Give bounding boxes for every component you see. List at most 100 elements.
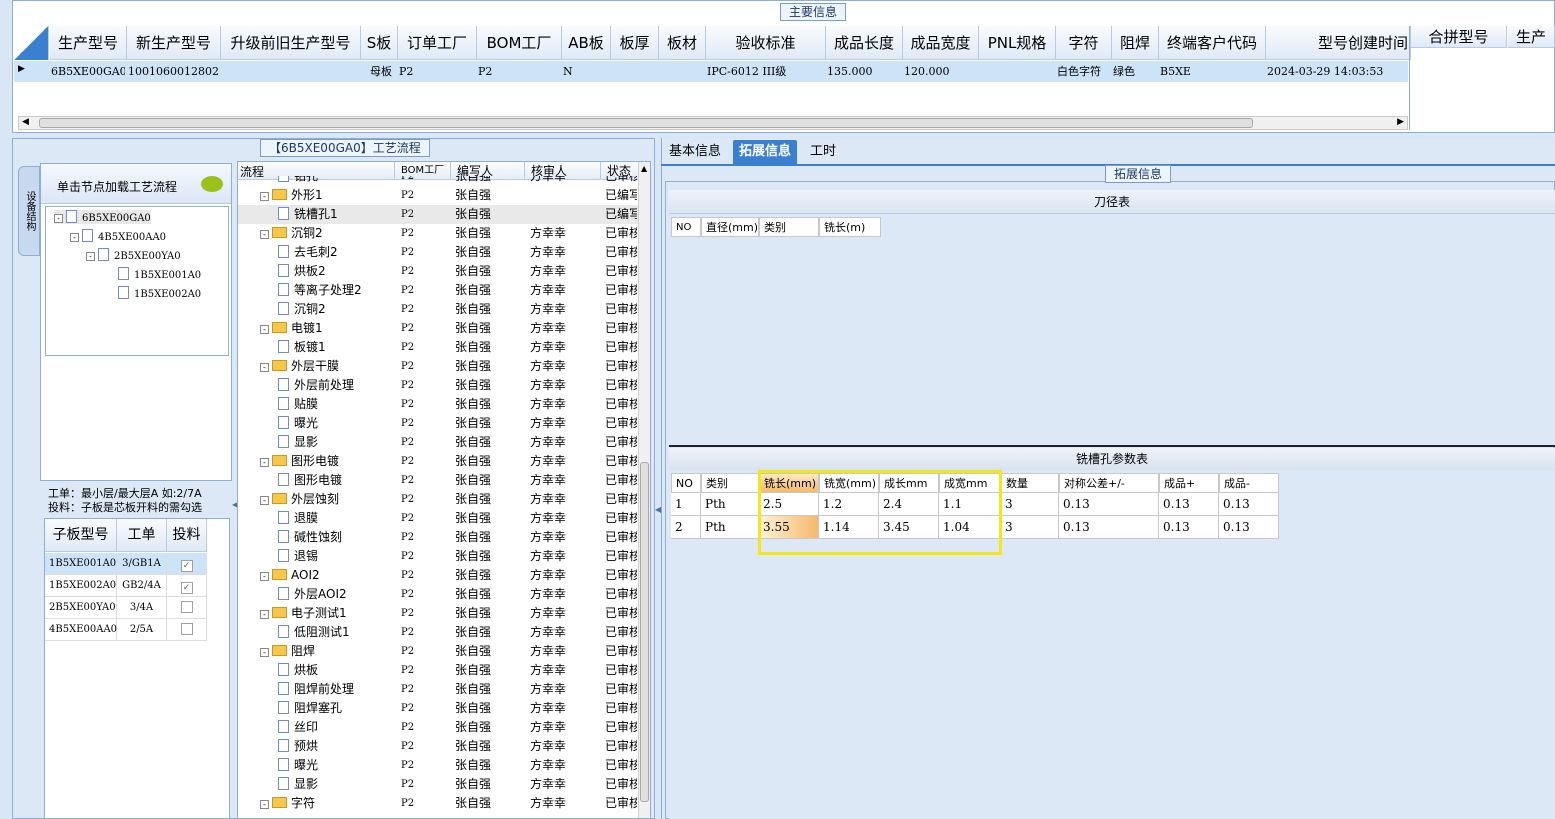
- tree-node-1[interactable]: -4B5XE00AA0: [70, 229, 166, 243]
- horizontal-scrollbar[interactable]: ◀ ▶: [18, 116, 1408, 130]
- expander-icon[interactable]: -: [260, 496, 269, 505]
- flow-name[interactable]: - AOI2: [260, 566, 410, 585]
- flow-row[interactable]: 去毛刺2 P2 张自强 方幸幸 已审核: [238, 243, 638, 262]
- feed-checkbox[interactable]: ✓: [180, 560, 193, 572]
- flow-row[interactable]: 沉铜2 P2 张自强 方幸幸 已审核: [238, 300, 638, 319]
- sub-row-order[interactable]: 3/4A: [117, 597, 167, 619]
- cutter-col-header[interactable]: NO: [671, 217, 701, 237]
- flow-row[interactable]: - 沉铜2 P2 张自强 方幸幸 已审核: [238, 224, 638, 243]
- flow-name[interactable]: - 外层干膜: [260, 357, 410, 376]
- col-header[interactable]: 合拼型号: [1411, 26, 1507, 48]
- tab-basic-info[interactable]: 基本信息: [663, 140, 727, 164]
- cutter-col-header[interactable]: 铣长(m): [819, 217, 881, 237]
- slot-cell[interactable]: 0.13: [1159, 516, 1219, 539]
- flow-row[interactable]: - 外形1 P2 张自强 已编写: [238, 186, 638, 205]
- sub-row-order[interactable]: 2/5A: [117, 619, 167, 641]
- slot-cell[interactable]: 3: [1001, 493, 1059, 516]
- flow-row[interactable]: 烘板 P2 张自强 方幸幸 已审核: [238, 661, 638, 680]
- cutter-col-header[interactable]: 类别: [759, 217, 819, 237]
- slot-cell[interactable]: Pth: [701, 493, 759, 516]
- sub-row-model[interactable]: 1B5XE002A0: [45, 575, 117, 597]
- col-header[interactable]: PNL规格: [979, 26, 1056, 60]
- sub-row-order[interactable]: GB2/4A: [117, 575, 167, 597]
- flow-row[interactable]: 等离子处理2 P2 张自强 方幸幸 已审核: [238, 281, 638, 300]
- tab-work-hours[interactable]: 工时: [804, 140, 842, 164]
- flow-row[interactable]: 铣槽孔1 P2 张自强 已编写: [238, 205, 638, 224]
- col-header[interactable]: 板厚: [611, 26, 659, 60]
- slot-cell[interactable]: 1.1: [939, 493, 1001, 516]
- sub-row-model[interactable]: 4B5XE00AA0: [45, 619, 117, 641]
- flow-row[interactable]: 阻焊前处理 P2 张自强 方幸幸 已审核: [238, 680, 638, 699]
- slot-col-header[interactable]: 成宽mm: [939, 473, 1001, 493]
- cell-ab_board[interactable]: N: [560, 61, 609, 82]
- col-header[interactable]: 订单工厂: [398, 26, 477, 60]
- flow-row[interactable]: 显影 P2 张自强 方幸幸 已审核: [238, 775, 638, 794]
- flow-row[interactable]: - 阻焊 P2 张自强 方幸幸 已审核: [238, 642, 638, 661]
- cell-bom_factory[interactable]: P2: [475, 61, 560, 82]
- slot-col-header[interactable]: 铣长(mm): [759, 473, 819, 493]
- flow-row[interactable]: - 图形电镀 P2 张自强 方幸幸 已审核: [238, 452, 638, 471]
- flow-row[interactable]: - 外层干膜 P2 张自强 方幸幸 已审核: [238, 357, 638, 376]
- flow-name[interactable]: - 外层蚀刻: [260, 490, 410, 509]
- slot-cell[interactable]: 1.14: [819, 516, 879, 539]
- slot-cell[interactable]: 0.13: [1059, 493, 1159, 516]
- flow-row[interactable]: 贴膜 P2 张自强 方幸幸 已审核: [238, 395, 638, 414]
- flow-row[interactable]: - 电镀1 P2 张自强 方幸幸 已审核: [238, 319, 638, 338]
- flow-vscroll[interactable]: ▲: [638, 162, 650, 818]
- expander-icon[interactable]: -: [260, 458, 269, 467]
- flow-row[interactable]: 碱性蚀刻 P2 张自强 方幸幸 已审核: [238, 528, 638, 547]
- scroll-left-icon[interactable]: ◀: [22, 117, 29, 127]
- slot-cell[interactable]: 2.4: [879, 493, 939, 516]
- slot-col-header[interactable]: NO: [671, 473, 701, 493]
- col-header[interactable]: AB板: [562, 26, 611, 60]
- cell-length[interactable]: 135.000: [824, 61, 901, 82]
- col-header[interactable]: 验收标准: [706, 26, 826, 60]
- expander-icon[interactable]: -: [260, 230, 269, 239]
- feed-checkbox[interactable]: ✓: [180, 582, 193, 594]
- tree-node-2[interactable]: -2B5XE00YA0: [86, 248, 181, 262]
- expander-icon[interactable]: -: [260, 363, 269, 372]
- cell-solder[interactable]: 绿色: [1110, 61, 1157, 82]
- col-header[interactable]: 终端客户代码: [1159, 26, 1266, 60]
- slot-cell[interactable]: 0.13: [1159, 493, 1219, 516]
- sub-row-feed[interactable]: [167, 597, 207, 619]
- flow-row[interactable]: 退锡 P2 张自强 方幸幸 已审核: [238, 547, 638, 566]
- col-header[interactable]: 板材: [659, 26, 706, 60]
- slot-cell[interactable]: 3.55: [759, 516, 819, 539]
- flow-name[interactable]: - 电子测试1: [260, 604, 410, 623]
- cell-created[interactable]: 2024-03-29 14:03:53: [1264, 61, 1409, 82]
- slot-col-header[interactable]: 数量: [1001, 473, 1059, 493]
- flow-name[interactable]: - 电镀1: [260, 319, 410, 338]
- flow-row[interactable]: 预烘 P2 张自强 方幸幸 已审核: [238, 737, 638, 756]
- slot-cell[interactable]: 1.2: [819, 493, 879, 516]
- flow-row[interactable]: 退膜 P2 张自强 方幸幸 已审核: [238, 509, 638, 528]
- flow-row[interactable]: 曝光 P2 张自强 方幸幸 已审核: [238, 756, 638, 775]
- sub-row-model[interactable]: 1B5XE001A0: [45, 553, 117, 575]
- col-header[interactable]: 生产型号: [50, 26, 127, 60]
- col-header[interactable]: 型号创建时间: [1266, 26, 1411, 60]
- sub-row-feed[interactable]: ✓: [167, 553, 207, 575]
- slot-cell[interactable]: Pth: [701, 516, 759, 539]
- flow-name[interactable]: - 沉铜2: [260, 224, 410, 243]
- col-header[interactable]: 阻焊: [1112, 26, 1159, 60]
- flow-row[interactable]: - 外层蚀刻 P2 张自强 方幸幸 已审核: [238, 490, 638, 509]
- tab-extended-info[interactable]: 拓展信息: [733, 140, 798, 164]
- expander-icon[interactable]: -: [260, 610, 269, 619]
- flow-name[interactable]: - 外形1: [260, 186, 410, 205]
- flow-name[interactable]: - 字符: [260, 794, 410, 813]
- col-header[interactable]: BOM工厂: [477, 26, 562, 60]
- flow-row[interactable]: 低阻测试1 P2 张自强 方幸幸 已审核: [238, 623, 638, 642]
- flow-name[interactable]: - 图形电镀: [260, 452, 410, 471]
- flow-row[interactable]: 烘板2 P2 张自强 方幸幸 已审核: [238, 262, 638, 281]
- col-header[interactable]: 新生产型号: [127, 26, 221, 60]
- flow-row[interactable]: 钻孔 P2 张自强 方幸幸 已审核: [238, 176, 638, 186]
- slot-col-header[interactable]: 对称公差+/-: [1059, 473, 1159, 493]
- col-header[interactable]: 成品长度: [826, 26, 903, 60]
- feed-checkbox[interactable]: [180, 601, 193, 613]
- flow-row[interactable]: 外层AOI2 P2 张自强 方幸幸 已审核: [238, 585, 638, 604]
- cell-accept_std[interactable]: IPC-6012 III级: [704, 61, 824, 82]
- slot-col-header[interactable]: 铣宽(mm): [819, 473, 879, 493]
- tree-node-4[interactable]: 1B5XE002A0: [118, 286, 201, 300]
- flow-row[interactable]: 曝光 P2 张自强 方幸幸 已审核: [238, 414, 638, 433]
- slot-cell[interactable]: 2.5: [759, 493, 819, 516]
